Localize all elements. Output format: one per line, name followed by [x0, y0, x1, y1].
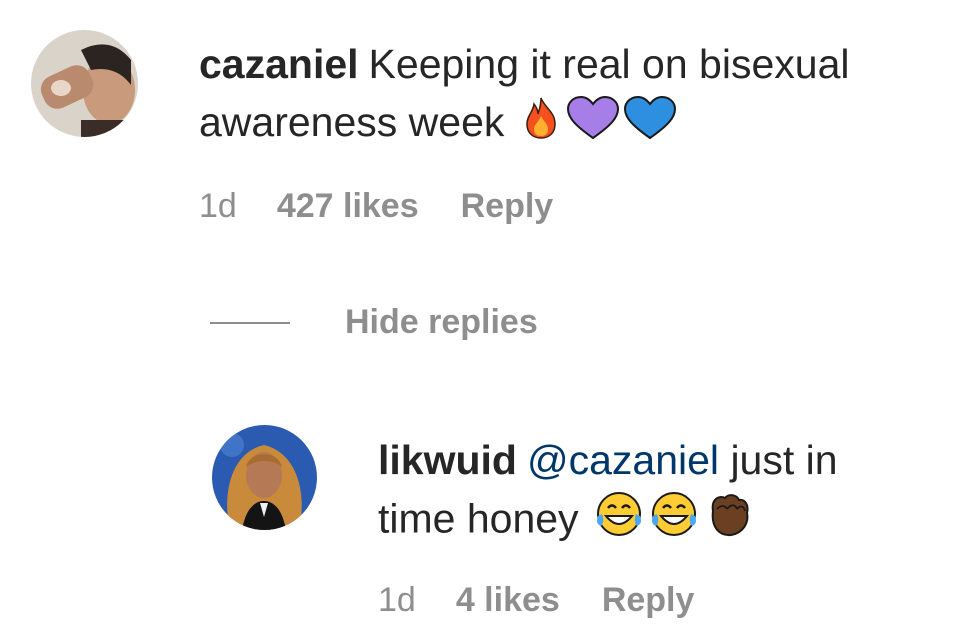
reply-username[interactable]: likwuid: [378, 437, 517, 483]
reply-likes[interactable]: 4 likes: [456, 581, 560, 620]
tears-of-joy-icon: [593, 490, 645, 553]
comment-age[interactable]: 1d: [199, 187, 237, 226]
comment-meta: 1d 427 likes Reply: [199, 187, 553, 226]
comment-likes[interactable]: 427 likes: [277, 187, 419, 226]
reply-text: likwuid @cazaniel just in time honey: [378, 431, 968, 554]
comment-text-line2: awareness week: [199, 99, 505, 145]
tears-of-joy-icon: [648, 490, 700, 553]
fire-emoji-icon: [519, 96, 563, 155]
comment-text: cazaniel Keeping it real on bisexual awar…: [199, 35, 959, 155]
hide-replies-label[interactable]: Hide replies: [345, 303, 538, 342]
reply-meta: 1d 4 likes Reply: [378, 581, 694, 620]
purple-heart-icon: [566, 95, 620, 155]
blue-heart-icon: [623, 95, 677, 155]
hide-replies-toggle[interactable]: Hide replies: [210, 303, 538, 342]
reply-text-line1: just in: [730, 437, 838, 483]
raised-fist-icon: [703, 489, 753, 554]
comment-text-line1: Keeping it real on bisexual: [368, 41, 850, 87]
reply-text-line2: time honey: [378, 495, 579, 542]
reply-age[interactable]: 1d: [378, 581, 416, 620]
comment-username[interactable]: cazaniel: [199, 41, 359, 87]
replier-avatar[interactable]: [212, 425, 317, 530]
thread-line: [210, 321, 290, 324]
reply-reply-button[interactable]: Reply: [602, 581, 695, 620]
reply-mention[interactable]: @cazaniel: [527, 437, 719, 483]
comment-reply-button[interactable]: Reply: [461, 187, 554, 226]
commenter-avatar[interactable]: [31, 30, 138, 137]
